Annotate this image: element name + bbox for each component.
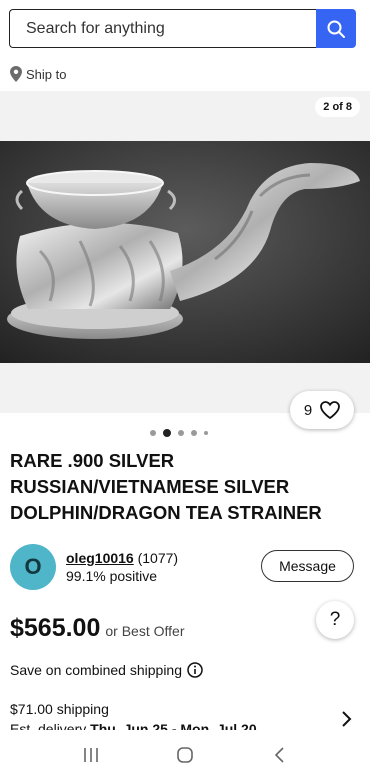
pagination-dot-active [163, 429, 171, 437]
search-icon [327, 20, 345, 38]
chevron-right-icon[interactable] [340, 710, 352, 728]
seller-positive-rating: 99.1% positive [66, 568, 158, 584]
price-row: $565.00 or Best Offer [10, 614, 184, 643]
home-button[interactable] [165, 735, 205, 775]
seller-avatar[interactable]: O [10, 544, 56, 590]
combined-shipping[interactable]: Save on combined shipping [10, 662, 203, 678]
search-input[interactable] [9, 9, 316, 48]
heart-icon [320, 401, 341, 419]
gallery-pagination-dots [150, 429, 208, 437]
system-navigation-bar [0, 730, 370, 780]
help-button[interactable]: ? [316, 601, 354, 639]
ship-to-link[interactable]: Ship to [10, 66, 66, 82]
item-price: $565.00 [10, 614, 101, 642]
recent-apps-button[interactable] [71, 735, 111, 775]
seller-name-link[interactable]: oleg10016 [66, 550, 134, 566]
combined-shipping-label: Save on combined shipping [10, 662, 183, 678]
shipping-cost: $71.00 shipping [10, 701, 109, 717]
image-counter: 2 of 8 [315, 97, 360, 117]
product-photo[interactable] [0, 141, 370, 363]
back-arrow-icon [274, 747, 284, 763]
message-seller-button[interactable]: Message [261, 550, 354, 582]
listing-title: RARE .900 SILVER RUSSIAN/VIETNAMESE SILV… [10, 450, 322, 523]
back-button[interactable] [259, 735, 299, 775]
ship-to-label: Ship to [26, 66, 67, 82]
seller-feedback-count: (1077) [137, 550, 179, 566]
search-button[interactable] [316, 9, 356, 48]
image-gallery[interactable]: 2 of 8 [0, 91, 370, 413]
seller-info: O oleg10016 (1077) 99.1% positive [10, 544, 178, 590]
location-pin-icon [10, 66, 22, 82]
recent-apps-icon [84, 748, 98, 762]
pagination-dot [178, 430, 184, 436]
pagination-dot [204, 431, 208, 435]
watch-button[interactable]: 9 [290, 391, 354, 429]
info-icon[interactable] [187, 662, 203, 678]
pagination-dot [150, 430, 156, 436]
pagination-dot [191, 430, 197, 436]
home-icon [177, 747, 193, 763]
watch-count: 9 [303, 401, 313, 419]
best-offer-label: or Best Offer [105, 623, 185, 639]
search-bar [9, 9, 356, 48]
